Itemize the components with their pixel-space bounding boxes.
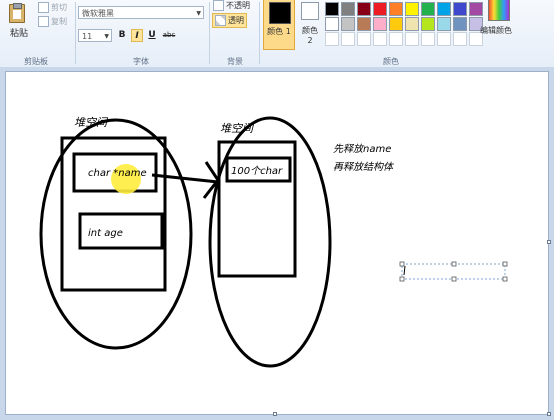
font-size-select[interactable]: 11 ▼ bbox=[78, 29, 112, 42]
color2-button[interactable]: 颜色 2 bbox=[298, 0, 322, 50]
italic-button[interactable]: I bbox=[131, 29, 143, 42]
transparent-button[interactable]: 透明 bbox=[212, 13, 247, 28]
palette-swatch[interactable] bbox=[421, 17, 435, 31]
cut-button[interactable]: 剪切 bbox=[38, 2, 67, 13]
palette-swatch[interactable] bbox=[325, 2, 339, 16]
note-line-2: 再释放结构体 bbox=[333, 161, 395, 173]
canvas-resize-handle-right[interactable] bbox=[547, 240, 551, 244]
edit-colors-button[interactable]: 编辑颜色 bbox=[480, 0, 518, 39]
separator bbox=[75, 2, 76, 64]
separator bbox=[259, 2, 260, 64]
color-wheel-icon bbox=[488, 0, 510, 21]
palette-swatch[interactable] bbox=[389, 2, 403, 16]
palette-swatch[interactable] bbox=[453, 17, 467, 31]
palette-swatch-empty[interactable] bbox=[453, 32, 467, 46]
palette-swatch[interactable] bbox=[437, 17, 451, 31]
pointer-arrow-line bbox=[151, 173, 219, 184]
ribbon: 粘贴 剪切 复制 剪贴板 微软雅黑 ▼ 11 ▼ B I U abc 字体 不透… bbox=[0, 0, 554, 68]
drawing: 堆空间 char *name int age 堆空间 100个char 先释放n… bbox=[39, 116, 508, 368]
edit-colors-label: 编辑颜色 bbox=[480, 26, 512, 35]
bold-button[interactable]: B bbox=[116, 29, 128, 42]
selection-handles[interactable] bbox=[399, 261, 508, 282]
opaque-icon bbox=[213, 0, 224, 11]
drawing-canvas[interactable]: 堆空间 char *name int age 堆空间 100个char 先释放n… bbox=[5, 71, 549, 415]
palette-swatch-empty[interactable] bbox=[325, 32, 339, 46]
transparent-icon bbox=[215, 15, 226, 26]
palette-swatch[interactable] bbox=[325, 17, 339, 31]
background-group-label: 背景 bbox=[227, 57, 243, 66]
heap-label-left: 堆空间 bbox=[74, 116, 109, 129]
font-name-select[interactable]: 微软雅黑 ▼ bbox=[78, 6, 204, 19]
separator bbox=[209, 2, 210, 64]
chevron-down-icon: ▼ bbox=[196, 10, 201, 17]
chevron-down-icon: ▼ bbox=[104, 33, 109, 40]
char-array-box bbox=[217, 140, 297, 278]
palette-swatch-empty[interactable] bbox=[437, 32, 451, 46]
palette-swatch[interactable] bbox=[373, 2, 387, 16]
note-line-1: 先释放name bbox=[333, 143, 391, 155]
palette-swatch[interactable] bbox=[389, 17, 403, 31]
heap-label-right: 堆空间 bbox=[220, 122, 255, 135]
copy-button[interactable]: 复制 bbox=[38, 16, 67, 27]
color2-label: 颜色 2 bbox=[302, 26, 318, 45]
paste-button[interactable]: 粘贴 bbox=[6, 2, 30, 42]
heap-ellipse-right bbox=[208, 116, 332, 368]
palette-swatch[interactable] bbox=[453, 2, 467, 16]
palette-swatch-empty[interactable] bbox=[405, 32, 419, 46]
canvas-resize-handle-corner[interactable] bbox=[547, 412, 551, 416]
color1-swatch bbox=[269, 2, 291, 24]
clipboard-icon bbox=[9, 3, 25, 23]
palette-swatch[interactable] bbox=[341, 17, 355, 31]
font-group-label: 字体 bbox=[133, 57, 149, 66]
palette-swatch[interactable] bbox=[341, 2, 355, 16]
canvas-resize-handle-bottom[interactable] bbox=[273, 412, 277, 416]
palette-swatch[interactable] bbox=[405, 17, 419, 31]
color1-button[interactable]: 颜色 1 bbox=[263, 0, 295, 50]
copy-icon bbox=[38, 16, 49, 27]
opaque-button[interactable]: 不透明 bbox=[213, 0, 250, 11]
palette-swatch[interactable] bbox=[421, 2, 435, 16]
palette-swatch[interactable] bbox=[357, 2, 371, 16]
palette-swatch-empty[interactable] bbox=[357, 32, 371, 46]
colors-group-label: 颜色 bbox=[383, 57, 399, 66]
color1-label: 颜色 1 bbox=[267, 27, 291, 36]
clipboard-group-label: 剪贴板 bbox=[24, 57, 48, 66]
strikethrough-button[interactable]: abc bbox=[161, 29, 177, 42]
char100-text: 100个char bbox=[231, 165, 283, 177]
paste-label: 粘贴 bbox=[10, 29, 29, 39]
palette-swatch[interactable] bbox=[405, 2, 419, 16]
char-name-text: char *name bbox=[88, 168, 147, 179]
int-age-text: int age bbox=[88, 228, 123, 239]
underline-button[interactable]: U bbox=[146, 29, 158, 42]
palette-swatch[interactable] bbox=[357, 17, 371, 31]
scissors-icon bbox=[38, 2, 49, 13]
color2-swatch bbox=[301, 2, 319, 20]
palette-swatch-empty[interactable] bbox=[389, 32, 403, 46]
palette-swatch[interactable] bbox=[373, 17, 387, 31]
text-caret bbox=[403, 265, 406, 276]
palette-swatch-empty[interactable] bbox=[373, 32, 387, 46]
palette-swatch-empty[interactable] bbox=[341, 32, 355, 46]
palette-swatch[interactable] bbox=[469, 2, 483, 16]
palette-swatch[interactable] bbox=[437, 2, 451, 16]
palette-swatch-empty[interactable] bbox=[421, 32, 435, 46]
